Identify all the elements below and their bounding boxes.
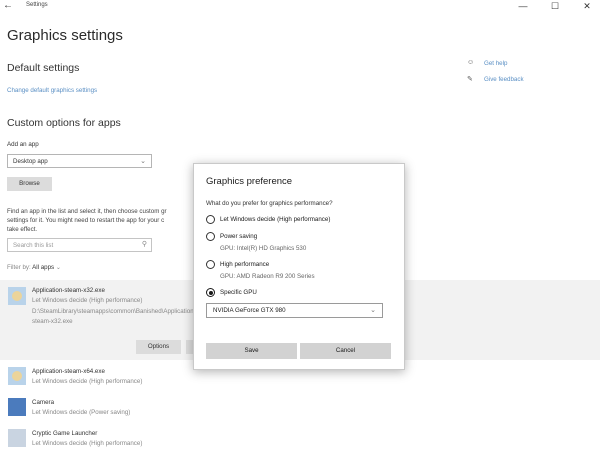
radio-high-performance[interactable] — [206, 260, 215, 269]
back-arrow-icon[interactable]: ← — [3, 0, 13, 12]
app-type-value: Desktop app — [13, 158, 48, 165]
app-name[interactable]: Application-steam-x64.exe — [32, 368, 105, 375]
save-button[interactable]: Save — [206, 343, 297, 359]
app-path: steam-x32.exe — [32, 318, 73, 325]
custom-description: Find an app in the list and select it, t… — [7, 207, 197, 234]
description-line: take effect. — [7, 226, 38, 233]
description-line: Find an app in the list and select it, t… — [7, 208, 167, 215]
app-type-dropdown[interactable]: Desktop app ⌄ — [7, 154, 152, 168]
browse-button[interactable]: Browse — [7, 177, 52, 191]
option-label[interactable]: Power saving — [220, 233, 257, 240]
app-status: Let Windows decide (High performance) — [32, 440, 143, 447]
cryptic-app-icon — [8, 429, 26, 447]
app-status: Let Windows decide (High performance) — [32, 378, 143, 385]
radio-power-saving[interactable] — [206, 232, 215, 241]
gpu-info: GPU: Intel(R) HD Graphics 530 — [220, 245, 307, 252]
maximize-button[interactable]: ☐ — [542, 0, 568, 14]
app-path: D:\SteamLibrary\steamapps\common\Banishe… — [32, 308, 196, 315]
filter-control[interactable]: Filter by: All apps ⌄ — [7, 264, 61, 271]
change-default-graphics-link[interactable]: Change default graphics settings — [7, 87, 97, 94]
cancel-button[interactable]: Cancel — [300, 343, 391, 359]
radio-specific-gpu[interactable] — [206, 288, 215, 297]
option-label[interactable]: High performance — [220, 261, 269, 268]
dialog-question: What do you prefer for graphics performa… — [206, 200, 333, 207]
chevron-down-icon: ⌄ — [370, 307, 376, 314]
app-status: Let Windows decide (High performance) — [32, 297, 143, 304]
graphics-preference-dialog: Graphics preference What do you prefer f… — [193, 163, 405, 370]
search-input[interactable]: Search this list ⚲ — [7, 238, 152, 252]
filter-value[interactable]: All apps — [32, 264, 54, 271]
close-button[interactable]: ✕ — [574, 0, 600, 14]
title-bar: ← Settings — ☐ ✕ — [0, 0, 600, 14]
search-placeholder: Search this list — [13, 242, 54, 249]
camera-app-icon — [8, 398, 26, 416]
options-button[interactable]: Options — [136, 340, 181, 354]
option-label[interactable]: Let Windows decide (High performance) — [220, 216, 330, 223]
feedback-icon[interactable]: ✎ — [467, 75, 473, 83]
window-title: Settings — [26, 2, 48, 8]
steam-app-icon — [8, 287, 26, 305]
gpu-select[interactable]: NVIDIA GeForce GTX 980 ⌄ — [206, 303, 383, 318]
dialog-title: Graphics preference — [206, 176, 293, 187]
gpu-info: GPU: AMD Radeon R9 200 Series — [220, 273, 315, 280]
page-title: Graphics settings — [7, 27, 123, 44]
add-app-label: Add an app — [7, 141, 39, 148]
radio-let-windows-decide[interactable] — [206, 215, 215, 224]
give-feedback-link[interactable]: Give feedback — [484, 76, 524, 83]
app-status: Let Windows decide (Power saving) — [32, 409, 131, 416]
filter-label: Filter by: — [7, 264, 31, 271]
option-label[interactable]: Specific GPU — [220, 289, 257, 296]
gpu-select-value: NVIDIA GeForce GTX 980 — [213, 307, 286, 314]
chevron-down-icon: ⌄ — [55, 264, 62, 271]
app-name: Application-steam-x32.exe — [32, 287, 105, 294]
app-name[interactable]: Camera — [32, 399, 54, 406]
get-help-icon[interactable]: ☺ — [467, 59, 474, 66]
app-name[interactable]: Cryptic Game Launcher — [32, 430, 97, 437]
get-help-link[interactable]: Get help — [484, 60, 507, 67]
chevron-down-icon: ⌄ — [140, 158, 146, 165]
search-icon: ⚲ — [141, 241, 147, 248]
default-settings-heading: Default settings — [7, 62, 80, 74]
minimize-button[interactable]: — — [510, 0, 536, 14]
steam-app-icon — [8, 367, 26, 385]
description-line: settings for it. You might need to resta… — [7, 217, 165, 224]
custom-options-heading: Custom options for apps — [7, 117, 121, 129]
